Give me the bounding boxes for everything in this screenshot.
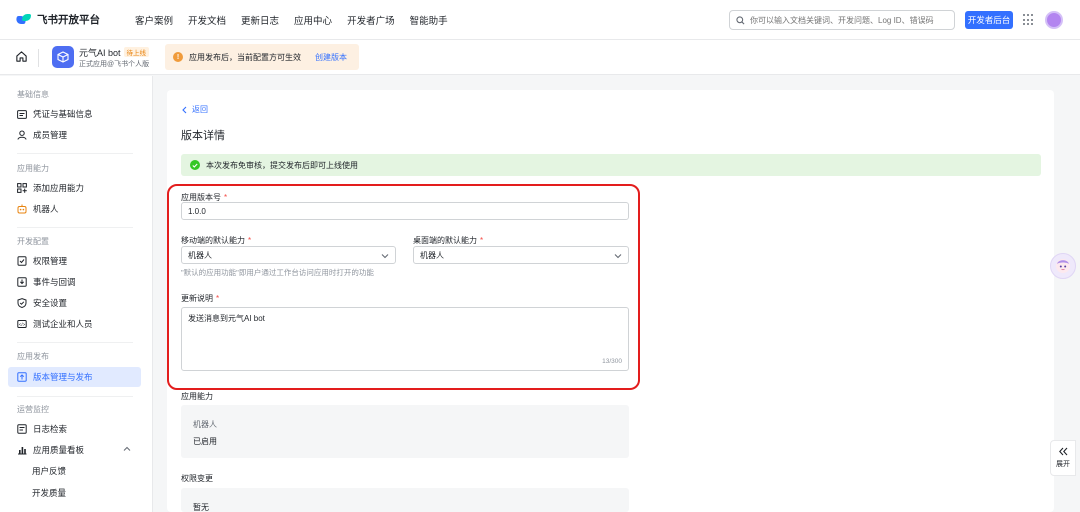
- sidebar-item-label: 权限管理: [33, 256, 68, 266]
- sidebar-item-label: 凭证与基础信息: [33, 109, 93, 119]
- test-icon: </>: [17, 319, 27, 329]
- nav-item-dev-square[interactable]: 开发者广场: [347, 13, 395, 27]
- log-icon: [17, 424, 27, 434]
- app-grid-icon[interactable]: [1023, 14, 1035, 26]
- back-label: 返回: [192, 105, 208, 114]
- sidebar-item-label: 应用质量看板: [33, 445, 85, 455]
- sidebar-item-version-release[interactable]: 版本管理与发布: [8, 367, 141, 387]
- top-nav: 飞书开放平台 客户案例 开发文档 更新日志 应用中心 开发者广场 智能助手 开发…: [0, 0, 1080, 40]
- app-name-text: 元气AI bot: [79, 48, 121, 58]
- home-icon[interactable]: [15, 50, 28, 63]
- sidebar-item-add-capability[interactable]: 添加应用能力: [8, 178, 141, 198]
- sidebar-section-title: 开发配置: [17, 237, 49, 246]
- app-icon: [52, 46, 74, 68]
- sidebar-item-test-org[interactable]: </> 测试企业和人员: [8, 314, 141, 334]
- bot-icon: [17, 204, 27, 214]
- feishu-logo-icon: [14, 13, 32, 26]
- app-name: 元气AI bot 待上线: [79, 46, 150, 59]
- search-box[interactable]: [729, 10, 955, 30]
- search-input[interactable]: [750, 15, 950, 25]
- chevron-up-icon[interactable]: [123, 446, 131, 452]
- permission-box: [181, 488, 629, 512]
- sidebar-item-label: 用户反馈: [32, 466, 67, 476]
- search-icon: [736, 15, 745, 24]
- sidebar-item-label: 测试企业和人员: [33, 319, 93, 329]
- logo[interactable]: 飞书开放平台: [14, 12, 116, 27]
- sidebar-item-events[interactable]: 事件与回调: [8, 272, 141, 292]
- highlight-box: [167, 184, 640, 390]
- svg-text:</>: </>: [19, 322, 26, 327]
- permission-title: 权限变更: [181, 474, 213, 483]
- sidebar-item-label: 添加应用能力: [33, 183, 85, 193]
- sidebar-section-title: 应用发布: [17, 352, 49, 361]
- capability-title: 应用能力: [181, 392, 213, 401]
- sidebar-item-label: 机器人: [33, 204, 59, 214]
- back-link[interactable]: 返回: [181, 104, 208, 115]
- sidebar-item-log-search[interactable]: 日志检索: [8, 419, 141, 439]
- success-text: 本次发布免审核，提交发布后即可上线使用: [206, 160, 358, 170]
- sidebar-section-title: 应用能力: [17, 164, 49, 173]
- divider: [38, 49, 39, 67]
- sidebar: 基础信息 凭证与基础信息 成员管理 应用能力 添加应用能力 机器人 开发配置 权…: [0, 76, 153, 512]
- sidebar-item-credentials[interactable]: 凭证与基础信息: [8, 104, 141, 124]
- notice-text: 应用发布后，当前配置方可生效: [189, 52, 301, 62]
- app-subtitle: 正式应用@飞书个人版: [79, 61, 150, 68]
- sidebar-item-quality-board[interactable]: 应用质量看板: [8, 440, 141, 460]
- expand-label: 展开: [1056, 461, 1070, 468]
- app-bar: 元气AI bot 待上线 正式应用@飞书个人版 ! 应用发布后，当前配置方可生效 …: [0, 40, 1080, 75]
- sidebar-item-label: 事件与回调: [33, 277, 76, 287]
- user-icon: [17, 130, 27, 140]
- sidebar-item-members[interactable]: 成员管理: [8, 125, 141, 145]
- sidebar-item-dev-quality[interactable]: 开发质量: [8, 483, 141, 503]
- create-version-link[interactable]: 创建版本: [315, 52, 347, 63]
- nav-item-app-center[interactable]: 应用中心: [294, 13, 332, 27]
- sidebar-section-title: 基础信息: [17, 90, 49, 99]
- warning-icon: !: [173, 52, 183, 62]
- dev-console-button[interactable]: 开发者后台: [965, 11, 1013, 29]
- sidebar-item-label: 开发质量: [32, 488, 67, 498]
- chevron-left-icon: [182, 106, 187, 113]
- shield-icon: [17, 298, 27, 308]
- release-icon: [17, 372, 27, 382]
- credential-icon: [17, 109, 27, 119]
- sidebar-item-security[interactable]: 安全设置: [8, 293, 141, 313]
- nav-item-cases[interactable]: 客户案例: [135, 13, 173, 27]
- capability-box: [181, 405, 629, 458]
- divider: [17, 342, 133, 343]
- sidebar-section-title: 运营监控: [17, 405, 49, 414]
- sidebar-item-label: 版本管理与发布: [33, 372, 93, 382]
- permission-icon: [17, 256, 27, 266]
- sidebar-item-label: 成员管理: [33, 130, 68, 140]
- user-avatar[interactable]: [1045, 11, 1063, 29]
- expand-panel-button[interactable]: 展开: [1050, 440, 1076, 476]
- divider: [17, 153, 133, 154]
- sidebar-item-feedback[interactable]: 用户反馈: [8, 461, 141, 481]
- logo-text: 飞书开放平台: [37, 14, 100, 26]
- page-title: 版本详情: [181, 130, 225, 142]
- sidebar-item-label: 日志检索: [33, 424, 68, 434]
- permission-value: 暂无: [193, 503, 209, 512]
- sidebar-item-permissions[interactable]: 权限管理: [8, 251, 141, 271]
- add-capability-icon: [17, 183, 27, 193]
- nav-item-assistant[interactable]: 智能助手: [410, 13, 448, 27]
- check-circle-icon: [190, 160, 200, 170]
- divider: [17, 396, 133, 397]
- capability-status: 已启用: [193, 437, 217, 446]
- sidebar-item-bot[interactable]: 机器人: [8, 199, 141, 219]
- capability-name: 机器人: [193, 420, 217, 429]
- divider: [17, 227, 133, 228]
- sidebar-item-label: 安全设置: [33, 298, 68, 308]
- double-chevron-left-icon: [1059, 447, 1068, 456]
- status-badge: 待上线: [123, 47, 150, 57]
- nav-item-docs[interactable]: 开发文档: [188, 13, 226, 27]
- publish-notice: ! 应用发布后，当前配置方可生效 创建版本: [165, 44, 359, 70]
- assistant-avatar[interactable]: [1050, 253, 1076, 279]
- nav-item-changelog[interactable]: 更新日志: [241, 13, 279, 27]
- chart-icon: [17, 445, 27, 455]
- event-icon: [17, 277, 27, 287]
- success-banner: 本次发布免审核，提交发布后即可上线使用: [181, 154, 1041, 176]
